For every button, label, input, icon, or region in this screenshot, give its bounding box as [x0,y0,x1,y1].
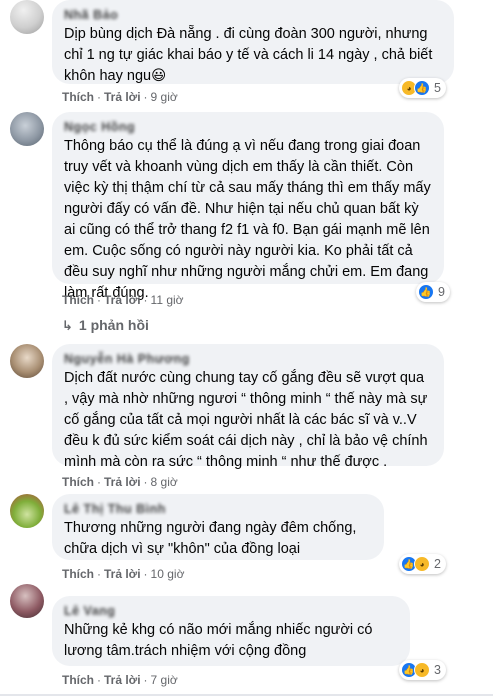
comment-actions: Thích · Trả lời · 8 giờ [62,475,178,489]
like-button[interactable]: Thích [62,567,94,581]
comment-author[interactable]: Nhã Bảo [64,7,442,23]
comment-time[interactable]: 10 giờ [151,567,185,581]
reaction-summary[interactable]: 👍 ◕ 2 [399,554,446,574]
like-icon: 👍 [414,80,430,96]
reaction-count: 3 [434,663,441,677]
sad-icon: ◕ [414,556,430,572]
comment-actions: Thích · Trả lời · 9 giờ [62,90,178,104]
reply-button[interactable]: Trả lời [104,475,141,489]
reaction-count: 9 [438,285,445,299]
avatar[interactable] [10,584,44,618]
reaction-summary[interactable]: ◕ 👍 5 [399,78,446,98]
view-replies-link[interactable]: ↳ 1 phản hồi [62,316,149,334]
comment-bubble: Lê Thị Thu Bình Thương những người đang … [52,494,384,560]
comment-text: Dịch đất nước cùng chung tay cố gắng đều… [64,370,428,470]
comment-bubble: Nguyễn Hà Phương Dịch đất nước cùng chun… [52,344,444,470]
like-button[interactable]: Thích [62,673,94,687]
comment-text: Những kẻ khg có não mới mắng nhiếc người… [64,622,373,659]
reaction-count: 5 [434,81,441,95]
comment-time[interactable]: 8 giờ [151,475,178,489]
like-icon: 👍 [418,284,434,300]
comment-bubble: Lê Vang Những kẻ khg có não mới mắng nhi… [52,596,410,666]
comment-author[interactable]: Lê Thị Thu Bình [64,501,372,517]
reply-button[interactable]: Trả lời [104,673,141,687]
like-button[interactable]: Thích [62,293,94,307]
reply-button[interactable]: Trả lời [104,90,141,104]
comment-text: Thương những người đang ngày đêm chống, … [64,520,357,557]
comment-actions: Thích · Trả lời · 7 giờ [62,673,178,687]
comment-time[interactable]: 9 giờ [151,90,178,104]
avatar[interactable] [10,494,44,528]
comment-text: Thông báo cụ thể là đúng ạ vì nếu đang t… [64,138,431,301]
avatar[interactable] [10,344,44,378]
comment-text: Dịp bùng dịch Đà nẵng . đi cùng đoàn 300… [64,26,433,84]
reply-arrow-icon: ↳ [62,318,73,333]
comment-author[interactable]: Nguyễn Hà Phương [64,351,432,367]
comment-time[interactable]: 7 giờ [151,673,178,687]
comment-author[interactable]: Ngọc Hồng [64,119,432,135]
comment-actions: Thích · Trả lời · 10 giờ [62,567,185,581]
avatar[interactable] [10,0,44,34]
like-button[interactable]: Thích [62,475,94,489]
like-button[interactable]: Thích [62,90,94,104]
avatar[interactable] [10,112,44,146]
comment-author[interactable]: Lê Vang [64,603,398,619]
comment-bubble: Ngọc Hồng Thông báo cụ thể là đúng ạ vì … [52,112,444,301]
reply-button[interactable]: Trả lời [104,567,141,581]
replies-label: 1 phản hồi [78,317,149,333]
sad-icon: ◕ [414,662,430,678]
comment-bubble: Nhã Bảo Dịp bùng dịch Đà nẵng . đi cùng … [52,0,454,84]
comment-time[interactable]: 11 giờ [151,293,184,307]
reaction-summary[interactable]: 👍 9 [416,282,450,302]
reaction-count: 2 [434,557,441,571]
reaction-summary[interactable]: 👍 ◕ 3 [399,660,446,680]
reply-button[interactable]: Trả lời [104,293,141,307]
comment-actions: Thích · Trả lời · 11 giờ [62,293,184,307]
